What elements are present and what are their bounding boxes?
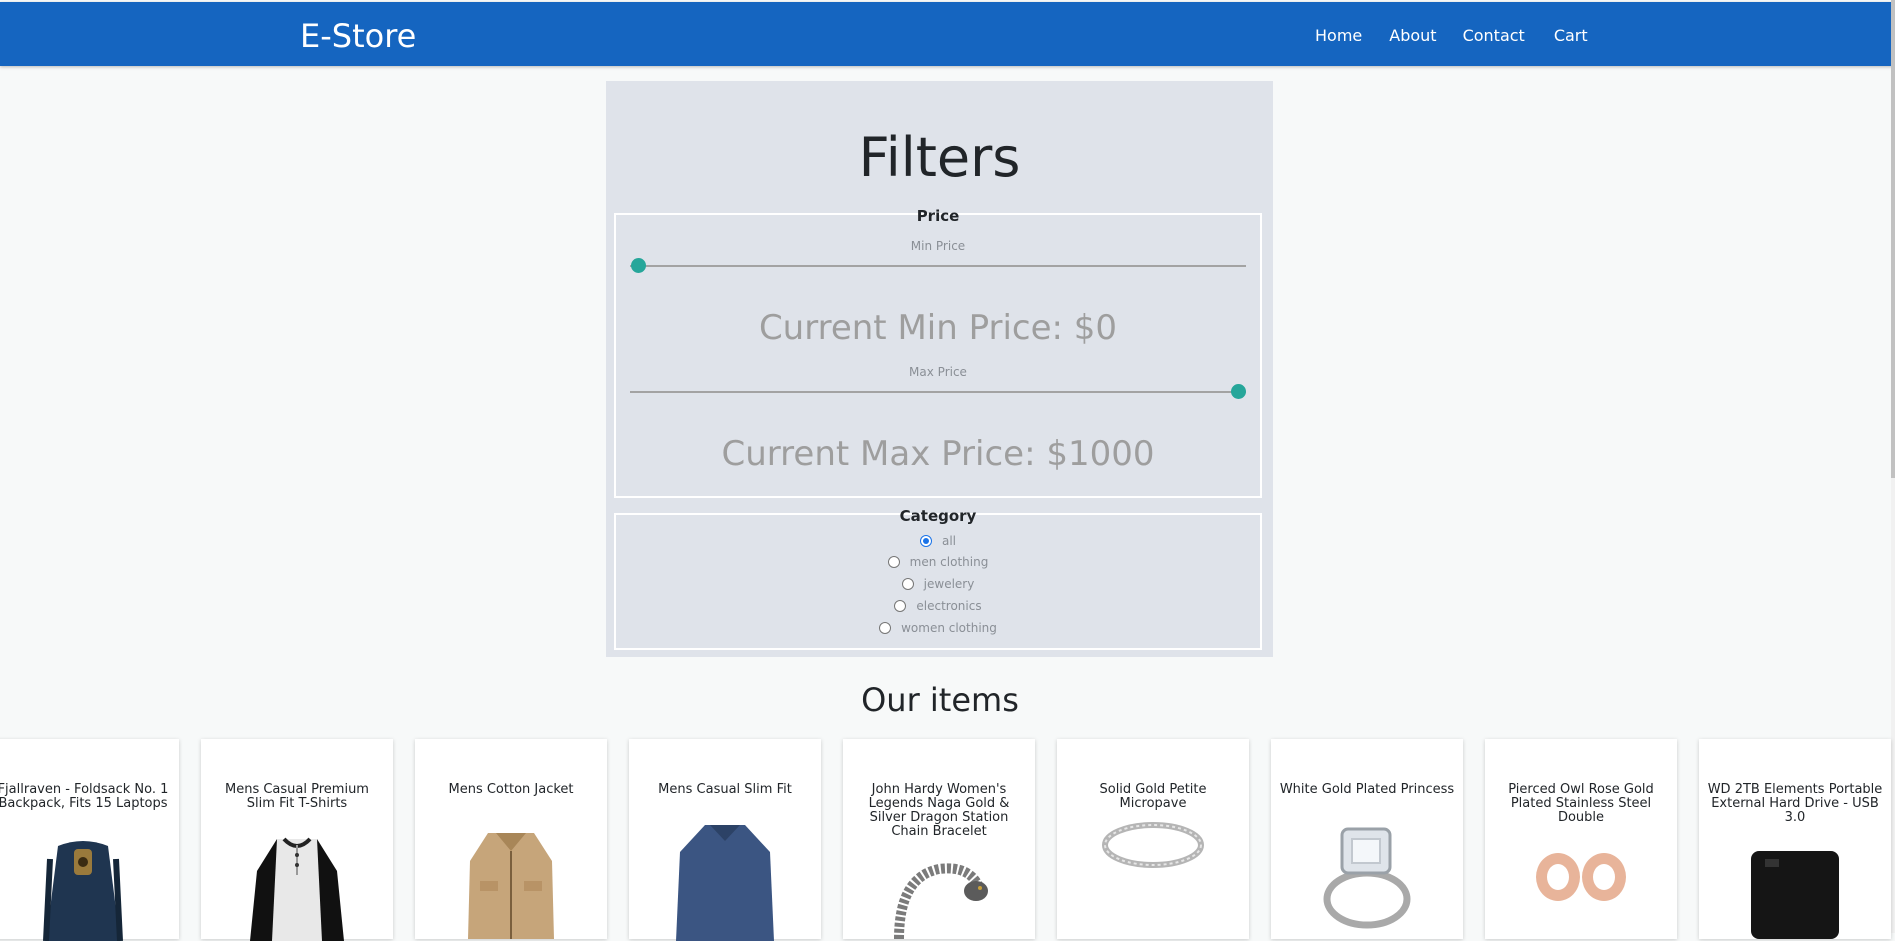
product-title: Mens Casual Premium Slim Fit T-Shirts [225, 782, 369, 811]
bracelet-image [894, 863, 988, 939]
product-title: Pierced Owl Rose Gold Plated Stainless S… [1508, 782, 1654, 825]
product-title: Mens Cotton Jacket [448, 782, 574, 797]
current-min-price: Current Min Price: $0 [758, 308, 1118, 348]
current-max-price: Current Max Price: $1000 [721, 434, 1155, 474]
product-title: Mens Casual Slim Fit [658, 782, 792, 797]
tshirt-image [250, 837, 344, 941]
min-price-slider[interactable] [630, 258, 1246, 273]
jacket-image [468, 833, 554, 939]
product-title: John Hardy Women's Legends Naga Gold & S… [868, 782, 1010, 839]
radio-label: jewelery [923, 577, 975, 591]
price-fieldset: Price Min Price Current Min Price: $0 Ma… [614, 207, 1262, 498]
our-items-title: Our items [861, 681, 1019, 719]
max-price-label: Max Price [909, 365, 967, 379]
nav-link-contact[interactable]: Contact [1463, 24, 1525, 48]
filters-title: Filters [858, 126, 1021, 189]
radio-all[interactable] [919, 535, 932, 547]
radio-women-clothing[interactable] [879, 622, 892, 634]
nav-links: Home About Contact Cart [1315, 24, 1588, 48]
product-card[interactable]: Mens Casual Slim Fit [629, 739, 821, 941]
price-legend: Price [916, 207, 960, 225]
category-legend: Category [899, 507, 977, 525]
product-title: White Gold Plated Princess [1279, 782, 1455, 797]
radio-label: electronics [916, 599, 982, 613]
min-price-slider-thumb[interactable] [631, 258, 646, 273]
radio-label: men clothing [909, 555, 989, 569]
filters-panel: Filters Price Min Price Current Min Pric… [606, 81, 1273, 657]
page-scrollbar[interactable] [1891, 0, 1895, 933]
product-card[interactable]: Solid Gold Petite Micropave [1057, 739, 1249, 939]
backpack-image [43, 841, 123, 941]
hard-drive-image [1751, 851, 1839, 939]
longsleeve-image [676, 825, 774, 941]
radio-label: women clothing [901, 621, 997, 635]
category-fieldset: Category all men clothing jewelery elect… [614, 507, 1262, 650]
radio-electronics[interactable] [894, 600, 907, 612]
earrings-image [1536, 853, 1626, 901]
radio-jewelery[interactable] [901, 578, 914, 590]
max-price-slider-thumb[interactable] [1231, 384, 1246, 399]
product-card[interactable]: Mens Casual Premium Slim Fit T-Shirts [201, 739, 393, 941]
product-card[interactable]: Pierced Owl Rose Gold Plated Stainless S… [1485, 739, 1677, 939]
product-card[interactable]: WD 2TB Elements Portable External Hard D… [1699, 739, 1891, 939]
diamond-ring-image [1323, 827, 1411, 929]
category-option-all[interactable]: all [616, 532, 1260, 550]
radio-men-clothing[interactable] [887, 556, 900, 568]
scrollbar-thumb[interactable] [1891, 0, 1895, 478]
min-price-label: Min Price [910, 239, 966, 253]
nav-link-cart[interactable]: Cart [1554, 24, 1588, 48]
product-title: Fjallraven - Foldsack No. 1 Backpack, Fi… [0, 782, 169, 811]
product-title: WD 2TB Elements Portable External Hard D… [1707, 782, 1883, 825]
brand-logo[interactable]: E-Store [300, 16, 416, 56]
product-title: Solid Gold Petite Micropave [1099, 782, 1207, 811]
product-card[interactable]: Fjallraven - Foldsack No. 1 Backpack, Fi… [0, 739, 179, 941]
nav-link-about[interactable]: About [1389, 24, 1436, 48]
category-option-jewelery[interactable]: jewelery [616, 575, 1260, 593]
product-card[interactable]: Mens Cotton Jacket [415, 739, 607, 939]
category-option-men-clothing[interactable]: men clothing [616, 553, 1260, 571]
product-card[interactable]: John Hardy Women's Legends Naga Gold & S… [843, 739, 1035, 939]
max-price-slider[interactable] [630, 384, 1246, 399]
category-option-women-clothing[interactable]: women clothing [616, 619, 1260, 637]
category-option-electronics[interactable]: electronics [616, 597, 1260, 615]
radio-label: all [941, 534, 957, 548]
ring-image [1102, 822, 1204, 868]
product-card[interactable]: White Gold Plated Princess [1271, 739, 1463, 939]
nav-link-home[interactable]: Home [1315, 24, 1362, 48]
navbar: E-Store Home About Contact Cart [0, 2, 1893, 66]
